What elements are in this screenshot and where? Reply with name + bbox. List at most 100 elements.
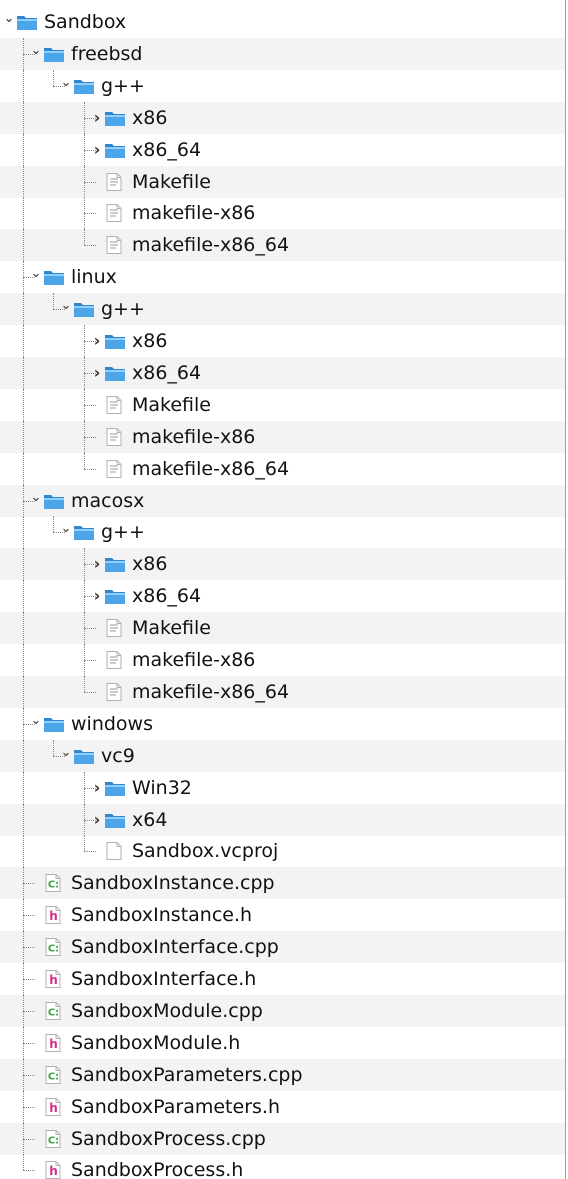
- svg-text:C:: C:: [48, 880, 59, 891]
- tree-row[interactable]: ⌄ windows: [0, 707, 565, 740]
- tree-row[interactable]: h SandboxParameters.h: [0, 1090, 565, 1123]
- tree-item-label: makefile-x86_64: [132, 234, 290, 257]
- tree-item-label: makefile-x86: [132, 425, 256, 448]
- tree-row[interactable]: ⌄ g++: [0, 293, 565, 326]
- tree-guide-line: [23, 675, 24, 708]
- tree-item-label: Makefile: [132, 617, 211, 640]
- tree-guide-line: [23, 548, 24, 581]
- tree-row[interactable]: makefile-x86_64: [0, 675, 565, 708]
- expand-toggle[interactable]: ⌄: [29, 267, 43, 281]
- header-file-icon: h: [43, 1033, 65, 1053]
- tree-row[interactable]: › x64: [0, 803, 565, 836]
- tree-row[interactable]: › Win32: [0, 771, 565, 804]
- tree-item-label: linux: [71, 266, 117, 289]
- tree-row[interactable]: h SandboxProcess.h: [0, 1154, 565, 1179]
- svg-text:C:: C:: [48, 1071, 59, 1082]
- tree-item-label: g++: [101, 74, 145, 97]
- tree-item-label: Sandbox: [44, 11, 127, 33]
- tree-row[interactable]: ⌄ linux: [0, 261, 565, 294]
- tree-row[interactable]: › x86_64: [0, 356, 565, 389]
- expand-toggle[interactable]: ⌄: [59, 299, 73, 313]
- collapse-toggle[interactable]: ›: [90, 364, 104, 380]
- tree-item-label: Sandbox.vcproj: [132, 840, 279, 863]
- tree-row[interactable]: ⌄ g++: [0, 69, 565, 102]
- tree-guide-line: [23, 452, 24, 485]
- tree-connector: [23, 1170, 35, 1172]
- tree-item-label: SandboxParameters.cpp: [71, 1063, 303, 1086]
- tree-row[interactable]: ⌄ freebsd: [0, 37, 565, 70]
- tree-row[interactable]: ⌄ macosx: [0, 484, 565, 517]
- expand-toggle[interactable]: ⌄: [29, 713, 43, 728]
- expand-toggle[interactable]: ⌄: [29, 43, 43, 58]
- text-file-icon: [104, 618, 126, 638]
- tree-item-label: g++: [101, 298, 145, 321]
- text-file-icon: [104, 682, 126, 702]
- tree-item-label: macosx: [71, 489, 145, 512]
- tree-connector: [23, 1042, 35, 1044]
- folder-icon: [104, 779, 126, 799]
- tree-connector: [84, 628, 96, 630]
- tree-row[interactable]: › x86: [0, 548, 565, 581]
- header-file-icon: h: [43, 1097, 65, 1117]
- tree-row[interactable]: ⌄ g++: [0, 516, 565, 549]
- tree-row[interactable]: C: SandboxProcess.cpp: [0, 1122, 565, 1155]
- expand-toggle[interactable]: ⌄: [59, 745, 73, 760]
- tree-row[interactable]: h SandboxInterface.h: [0, 963, 565, 995]
- tree-row[interactable]: makefile-x86_64: [0, 452, 565, 485]
- tree-item-label: x86: [132, 330, 168, 352]
- tree-row[interactable]: C: SandboxModule.cpp: [0, 994, 565, 1027]
- tree-item-label: SandboxInstance.cpp: [71, 872, 275, 895]
- expand-toggle[interactable]: ⌄: [2, 12, 16, 26]
- tree-connector: [84, 468, 96, 470]
- tree-row[interactable]: › x86_64: [0, 133, 565, 166]
- tree-guide-line: [23, 133, 24, 166]
- folder-icon: [43, 492, 65, 512]
- tree-guide-line: [23, 612, 24, 645]
- collapse-toggle[interactable]: ›: [90, 556, 104, 572]
- tree-row[interactable]: makefile-x86_64: [0, 229, 565, 262]
- collapse-toggle[interactable]: ›: [90, 588, 104, 604]
- tree-connector: [23, 915, 35, 917]
- tree-guide-line: [23, 1154, 24, 1171]
- tree-guide-line: [23, 388, 24, 421]
- tree-guide-line: [23, 580, 24, 613]
- tree-row[interactable]: Makefile: [0, 165, 565, 198]
- collapse-toggle[interactable]: ›: [90, 779, 104, 795]
- folder-icon: [73, 300, 95, 320]
- tree-guide-line: [23, 835, 24, 868]
- folder-icon: [73, 77, 95, 97]
- collapse-toggle[interactable]: ›: [90, 333, 104, 349]
- tree-guide-line: [23, 739, 24, 772]
- tree-row[interactable]: C: SandboxParameters.cpp: [0, 1058, 565, 1091]
- expand-toggle[interactable]: ⌄: [59, 75, 73, 90]
- tree-row[interactable]: Makefile: [0, 388, 565, 421]
- tree-row[interactable]: ⌄ vc9: [0, 739, 565, 772]
- tree-row[interactable]: Sandbox.vcproj: [0, 835, 565, 868]
- tree-row[interactable]: h SandboxInstance.h: [0, 899, 565, 932]
- text-file-icon: [104, 427, 126, 447]
- tree-row[interactable]: ⌄ Sandbox: [0, 6, 565, 38]
- tree-row[interactable]: makefile-x86: [0, 420, 565, 453]
- tree-row[interactable]: C: SandboxInterface.cpp: [0, 931, 565, 964]
- tree-row[interactable]: h SandboxModule.h: [0, 1026, 565, 1059]
- collapse-toggle[interactable]: ›: [90, 109, 104, 125]
- folder-icon: [104, 811, 126, 831]
- collapse-toggle[interactable]: ›: [90, 141, 104, 157]
- svg-text:h: h: [49, 1037, 58, 1051]
- tree-row[interactable]: makefile-x86: [0, 644, 565, 676]
- text-file-icon: [104, 203, 126, 223]
- tree-row[interactable]: › x86: [0, 101, 565, 134]
- svg-text:C:: C:: [48, 1007, 59, 1018]
- tree-connector: [23, 1074, 35, 1076]
- expand-toggle[interactable]: ⌄: [29, 490, 43, 505]
- collapse-toggle[interactable]: ›: [90, 811, 104, 827]
- tree-row[interactable]: › x86_64: [0, 580, 565, 613]
- tree-row[interactable]: Makefile: [0, 612, 565, 645]
- tree-item-label: x86_64: [132, 585, 202, 608]
- expand-toggle[interactable]: ⌄: [59, 522, 73, 536]
- tree-guide-line: [23, 644, 24, 676]
- tree-guide-line: [23, 229, 24, 262]
- tree-row[interactable]: makefile-x86: [0, 197, 565, 230]
- tree-row[interactable]: C: SandboxInstance.cpp: [0, 867, 565, 900]
- tree-row[interactable]: › x86: [0, 325, 565, 357]
